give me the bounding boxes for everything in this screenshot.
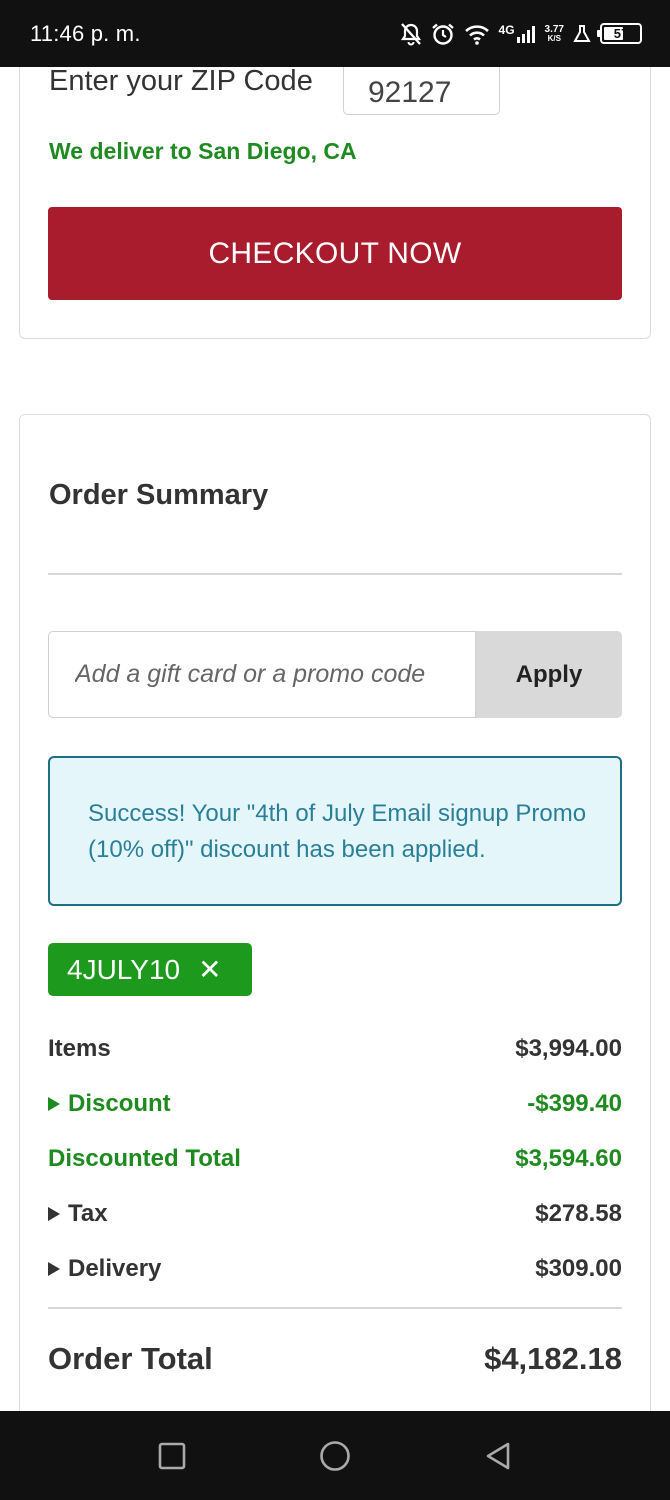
flask-icon: [573, 24, 591, 44]
promo-code-input[interactable]: [48, 631, 476, 718]
order-total-label: Order Total: [48, 1341, 213, 1376]
tax-line: Tax $278.58: [48, 1200, 622, 1228]
discounted-total-label: Discounted Total: [48, 1145, 241, 1172]
discounted-total-value: $3,594.60: [515, 1145, 622, 1172]
success-message: Success! Your "4th of July Email signup …: [88, 800, 587, 863]
discount-toggle[interactable]: Discount: [48, 1090, 171, 1118]
expand-triangle-icon: [48, 1097, 60, 1111]
signal-bars-icon: [516, 25, 535, 43]
home-button[interactable]: [310, 1431, 360, 1481]
network-speed: 3.77 K/S: [544, 23, 564, 43]
zip-input[interactable]: [343, 67, 500, 115]
order-total-line: Order Total $4,182.18: [48, 1341, 622, 1377]
delivery-toggle[interactable]: Delivery: [48, 1255, 161, 1283]
speed-value: 3.77: [544, 23, 564, 35]
delivery-line: Delivery $309.00: [48, 1255, 622, 1283]
checkout-button[interactable]: CHECKOUT NOW: [48, 207, 622, 300]
discounted-total-line: Discounted Total $3,594.60: [48, 1145, 622, 1173]
expand-triangle-icon: [48, 1207, 60, 1221]
status-bar: 11:46 p. m. 4G 3.77 K/S 57: [0, 0, 670, 67]
expand-triangle-icon: [48, 1262, 60, 1276]
discount-line: Discount -$399.40: [48, 1090, 622, 1118]
items-label: Items: [48, 1035, 111, 1062]
system-nav-bar: [0, 1411, 670, 1500]
close-icon[interactable]: ✕: [198, 955, 221, 984]
cell-signal: 4G: [499, 24, 536, 44]
order-total-value: $4,182.18: [484, 1341, 622, 1376]
tax-value: $278.58: [535, 1200, 622, 1227]
items-value: $3,994.00: [515, 1035, 622, 1062]
page-content: Enter your ZIP Code We deliver to San Di…: [0, 67, 670, 1411]
promo-code-label: 4JULY10: [67, 953, 181, 985]
back-button[interactable]: [473, 1431, 523, 1481]
back-triangle-icon: [487, 1442, 510, 1469]
zip-label: Enter your ZIP Code: [49, 67, 313, 97]
delivery-card-body: Enter your ZIP Code We deliver to San Di…: [20, 67, 652, 339]
tax-label: Tax: [68, 1200, 108, 1227]
battery-percent: 57: [613, 26, 629, 41]
delivery-card: Enter your ZIP Code We deliver to San Di…: [19, 67, 651, 339]
divider: [48, 1307, 622, 1309]
network-type: 4G: [498, 22, 515, 37]
speed-unit: K/S: [547, 33, 561, 43]
discount-value: -$399.40: [527, 1090, 622, 1117]
wifi-icon: [464, 23, 490, 45]
delivery-value: $309.00: [535, 1255, 622, 1282]
circle-icon: [320, 1440, 350, 1471]
status-time: 11:46 p. m.: [30, 20, 141, 46]
square-icon: [158, 1442, 185, 1469]
delivery-label: Delivery: [68, 1255, 162, 1282]
success-alert: Success! Your "4th of July Email signup …: [48, 756, 622, 906]
order-summary-title: Order Summary: [49, 479, 269, 511]
divider: [48, 573, 622, 575]
delivery-message: We deliver to San Diego, CA: [49, 138, 357, 164]
tax-toggle[interactable]: Tax: [48, 1200, 108, 1228]
discount-label: Discount: [68, 1090, 171, 1117]
status-icons: 4G 3.77 K/S 57: [400, 22, 642, 46]
order-summary-card: Order Summary Apply Success! Your "4th o…: [19, 414, 651, 1411]
battery-icon: 57: [597, 23, 642, 44]
alarm-icon: [431, 22, 455, 46]
recent-apps-button[interactable]: [147, 1431, 197, 1481]
items-line: Items $3,994.00: [48, 1035, 622, 1063]
bell-off-icon: [400, 22, 422, 46]
apply-button[interactable]: Apply: [476, 631, 622, 718]
promo-code-chip[interactable]: 4JULY10 ✕: [48, 943, 252, 996]
